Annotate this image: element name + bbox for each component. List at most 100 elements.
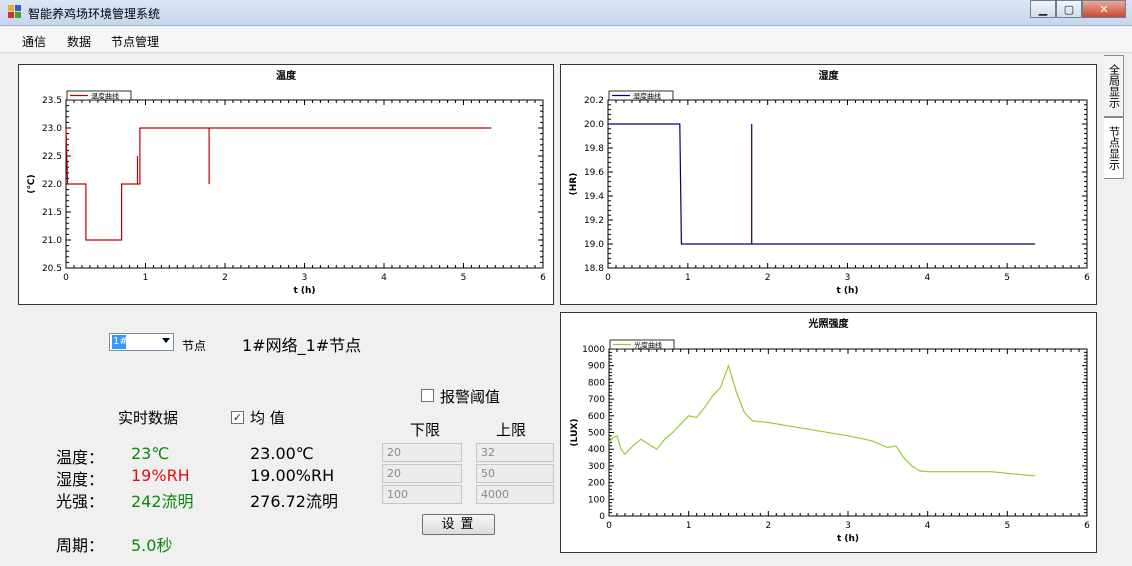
legend-label: 湿度曲线 (633, 92, 661, 101)
period-label: 周期： (56, 536, 105, 555)
y-tick-label: 500 (588, 429, 605, 439)
period-value: 5.0秒 (131, 536, 173, 555)
app-icon (8, 5, 22, 19)
light-label: 光强： (56, 492, 105, 511)
humidity-chart: 湿度 18.8 19.0 19.2 19.4 19.6 19.8 20.0 20.2 0 1 2 3 4 5… (560, 64, 1097, 305)
alarm-checkbox[interactable] (421, 389, 434, 402)
humidity-label: 湿度： (56, 470, 105, 489)
title-bar: 智能养鸡场环境管理系统 ▁ ▢ ✕ (0, 0, 1132, 26)
x-tick-label: 2 (222, 273, 228, 283)
y-axis-label: (℃) (27, 174, 37, 193)
x-tick-label: 4 (925, 521, 931, 531)
y-tick-label: 18.8 (584, 264, 604, 274)
y-axis-label: (HR) (569, 173, 579, 196)
light-chart: 光照强度 0 100 200 300 400 500 600 700 800 900 1000 0 1 2 3… (560, 312, 1097, 553)
light-average: 276.72流明 (250, 492, 338, 511)
temperature-label: 温度： (56, 448, 105, 467)
alarm-label: 报警阈值 (440, 388, 501, 406)
light-upper-input[interactable] (476, 485, 554, 504)
humidity-average: 19.00%RH (250, 466, 335, 485)
x-tick-label: 5 (1004, 521, 1010, 531)
node-select[interactable]: 1# (109, 333, 174, 351)
y-tick-label: 600 (588, 412, 605, 422)
y-tick-label: 400 (588, 445, 605, 455)
tab-node-display[interactable]: 节点显示 (1104, 117, 1124, 179)
x-tick-label: 6 (540, 273, 546, 283)
menu-bar: 通信 数据 节点管理 (0, 27, 1132, 53)
x-tick-label: 4 (381, 273, 387, 283)
y-tick-label: 20.5 (42, 264, 62, 274)
humidity-lower-input[interactable] (382, 464, 462, 483)
y-tick-label: 20.2 (584, 96, 604, 106)
average-label: 均 值 (250, 409, 285, 427)
light-value: 242流明 (131, 492, 194, 511)
legend-label: 温度曲线 (91, 92, 119, 101)
plot-frame (608, 348, 1088, 517)
x-axis-label: t (h) (836, 286, 858, 296)
y-axis-label: (LUX) (570, 419, 580, 447)
light-lower-input[interactable] (382, 485, 462, 504)
temperature-lower-input[interactable] (382, 443, 462, 462)
node-name: 1#网络_1#节点 (242, 336, 362, 355)
realtime-heading: 实时数据 (118, 409, 179, 427)
x-tick-label: 0 (606, 521, 612, 531)
window-title: 智能养鸡场环境管理系统 (28, 7, 161, 21)
temperature-value: 23℃ (131, 444, 170, 463)
legend: 温度曲线 (66, 90, 132, 101)
y-tick-label: 800 (588, 378, 605, 388)
y-tick-label: 21.5 (42, 208, 62, 218)
menu-node-management[interactable]: 节点管理 (111, 33, 159, 50)
legend: 光度曲线 (609, 339, 675, 350)
y-tick-label: 23.0 (42, 124, 62, 134)
y-tick-label: 900 (588, 362, 605, 372)
chart-title: 温度 (276, 69, 297, 82)
y-tick-label: 700 (588, 395, 605, 405)
y-tick-label: 19.2 (584, 216, 604, 226)
y-tick-label: 100 (588, 495, 605, 505)
y-tick-label: 22.0 (42, 180, 62, 190)
x-tick-label: 1 (686, 521, 692, 531)
minimize-button[interactable]: ▁ (1030, 0, 1056, 18)
x-tick-label: 4 (924, 273, 930, 283)
legend-label: 光度曲线 (634, 341, 662, 350)
x-axis-label: t (h) (837, 534, 859, 544)
lower-limit-label: 下限 (410, 421, 441, 439)
set-button[interactable]: 设置 (422, 514, 495, 535)
y-tick-label: 0 (599, 512, 605, 522)
node-select-value: 1# (112, 335, 128, 349)
series-line (608, 123, 1036, 245)
x-tick-label: 5 (461, 273, 467, 283)
y-tick-label: 22.5 (42, 152, 62, 162)
y-tick-label: 19.0 (584, 240, 604, 250)
humidity-value: 19%RH (131, 466, 190, 485)
maximize-button[interactable]: ▢ (1056, 0, 1082, 18)
x-axis-label: t (h) (293, 286, 315, 296)
legend: 湿度曲线 (608, 90, 674, 101)
y-tick-label: 200 (588, 479, 605, 489)
y-tick-label: 20.0 (584, 120, 604, 130)
x-tick-label: 6 (1084, 521, 1090, 531)
x-tick-label: 0 (605, 273, 611, 283)
menu-data[interactable]: 数据 (67, 33, 91, 50)
close-button[interactable]: ✕ (1082, 0, 1126, 18)
x-tick-label: 6 (1084, 273, 1090, 283)
temperature-upper-input[interactable] (476, 443, 554, 462)
chart-title: 光照强度 (808, 317, 850, 330)
x-tick-label: 1 (685, 273, 691, 283)
tab-global-display[interactable]: 全局显示 (1104, 55, 1124, 117)
upper-limit-label: 上限 (496, 421, 527, 439)
menu-communication[interactable]: 通信 (22, 33, 46, 50)
y-tick-label: 19.4 (584, 192, 604, 202)
temperature-chart-canvas: 温度 20.5 21.0 21.5 22.0 22.5 23.0 23.5 0 1 2 3 4 5 6 t (… (27, 69, 546, 296)
chart-title: 湿度 (819, 69, 840, 82)
y-tick-label: 1000 (582, 345, 605, 355)
x-tick-label: 0 (63, 273, 69, 283)
x-tick-label: 3 (845, 521, 851, 531)
average-checkbox[interactable]: ✓ (231, 411, 244, 424)
y-tick-label: 21.0 (42, 236, 62, 246)
series-line (608, 363, 1036, 477)
humidity-upper-input[interactable] (476, 464, 554, 483)
chevron-down-icon[interactable] (162, 338, 170, 343)
x-tick-label: 5 (1004, 273, 1010, 283)
y-tick-label: 19.6 (584, 168, 604, 178)
